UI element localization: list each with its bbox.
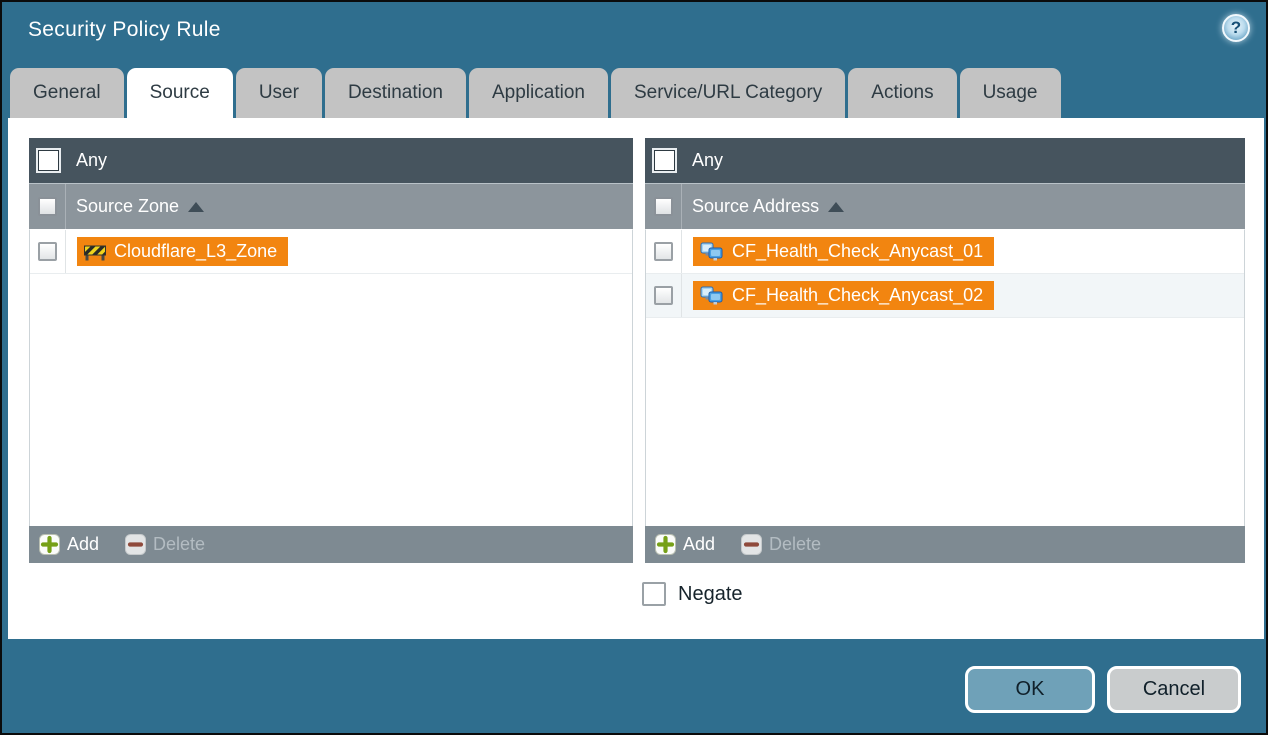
table-row: CF_Health_Check_Anycast_02 <box>646 274 1244 318</box>
source-address-column-label[interactable]: Source Address <box>692 196 819 217</box>
add-zone-button[interactable]: Add <box>39 534 99 555</box>
negate-label: Negate <box>678 583 743 606</box>
tab-application[interactable]: Application <box>469 68 608 118</box>
source-zone-row-checkbox[interactable] <box>38 242 57 261</box>
zone-icon <box>84 243 106 261</box>
source-zone-panel: Any Source Zone <box>29 138 633 563</box>
delete-address-button[interactable]: Delete <box>741 534 821 555</box>
source-address-any-header: Any <box>645 138 1245 184</box>
source-address-any-label: Any <box>692 150 723 171</box>
negate-row: Negate <box>642 582 743 606</box>
source-address-row-checkbox-1[interactable] <box>654 242 673 261</box>
ok-button[interactable]: OK <box>965 666 1095 713</box>
add-address-button[interactable]: Add <box>655 534 715 555</box>
address-icon <box>700 286 724 306</box>
dialog-title: Security Policy Rule <box>28 18 221 42</box>
tab-destination[interactable]: Destination <box>325 68 466 118</box>
source-address-item-2[interactable]: CF_Health_Check_Anycast_02 <box>693 281 994 310</box>
source-address-list: CF_Health_Check_Anycast_01 <box>645 229 1245 526</box>
source-address-panel: Any Source Address <box>645 138 1245 563</box>
source-address-select-all-checkbox[interactable] <box>654 197 673 216</box>
source-address-row-checkbox-2[interactable] <box>654 286 673 305</box>
table-row: Cloudflare_L3_Zone <box>30 230 632 274</box>
delete-icon <box>125 534 146 555</box>
tab-source[interactable]: Source <box>127 68 233 120</box>
help-icon[interactable]: ? <box>1222 14 1250 42</box>
source-zone-toolbar: Add Delete <box>29 526 633 563</box>
tab-general[interactable]: General <box>10 68 124 118</box>
table-row: CF_Health_Check_Anycast_01 <box>646 230 1244 274</box>
delete-button-label: Delete <box>769 534 821 555</box>
tab-actions[interactable]: Actions <box>848 68 956 118</box>
delete-zone-button[interactable]: Delete <box>125 534 205 555</box>
source-zone-item[interactable]: Cloudflare_L3_Zone <box>77 237 288 266</box>
delete-button-label: Delete <box>153 534 205 555</box>
sort-ascending-icon[interactable] <box>188 202 204 212</box>
negate-checkbox[interactable] <box>642 582 666 606</box>
security-policy-rule-dialog: Security Policy Rule ? General Source Us… <box>0 0 1268 735</box>
source-address-item-label: CF_Health_Check_Anycast_01 <box>732 241 983 262</box>
source-zone-item-label: Cloudflare_L3_Zone <box>114 241 277 262</box>
tab-service-url-category[interactable]: Service/URL Category <box>611 68 845 118</box>
sort-ascending-icon[interactable] <box>828 202 844 212</box>
source-zone-column-label[interactable]: Source Zone <box>76 196 179 217</box>
source-address-any-checkbox[interactable] <box>654 150 675 171</box>
address-icon <box>700 242 724 262</box>
add-button-label: Add <box>683 534 715 555</box>
source-zone-list: Cloudflare_L3_Zone <box>29 229 633 526</box>
source-zone-any-label: Any <box>76 150 107 171</box>
source-address-item-1[interactable]: CF_Health_Check_Anycast_01 <box>693 237 994 266</box>
source-zone-select-all-checkbox[interactable] <box>38 197 57 216</box>
source-address-toolbar: Add Delete <box>645 526 1245 563</box>
tab-bar: General Source User Destination Applicat… <box>10 68 1061 118</box>
source-tab-content: Any Source Zone <box>8 118 1264 639</box>
cancel-button[interactable]: Cancel <box>1107 666 1241 713</box>
source-address-column-header: Source Address <box>645 184 1245 229</box>
source-address-item-label: CF_Health_Check_Anycast_02 <box>732 285 983 306</box>
add-button-label: Add <box>67 534 99 555</box>
add-icon <box>39 534 60 555</box>
add-icon <box>655 534 676 555</box>
source-zone-any-checkbox[interactable] <box>38 150 59 171</box>
tab-user[interactable]: User <box>236 68 322 118</box>
tab-usage[interactable]: Usage <box>960 68 1061 118</box>
source-zone-column-header: Source Zone <box>29 184 633 229</box>
source-zone-any-header: Any <box>29 138 633 184</box>
delete-icon <box>741 534 762 555</box>
